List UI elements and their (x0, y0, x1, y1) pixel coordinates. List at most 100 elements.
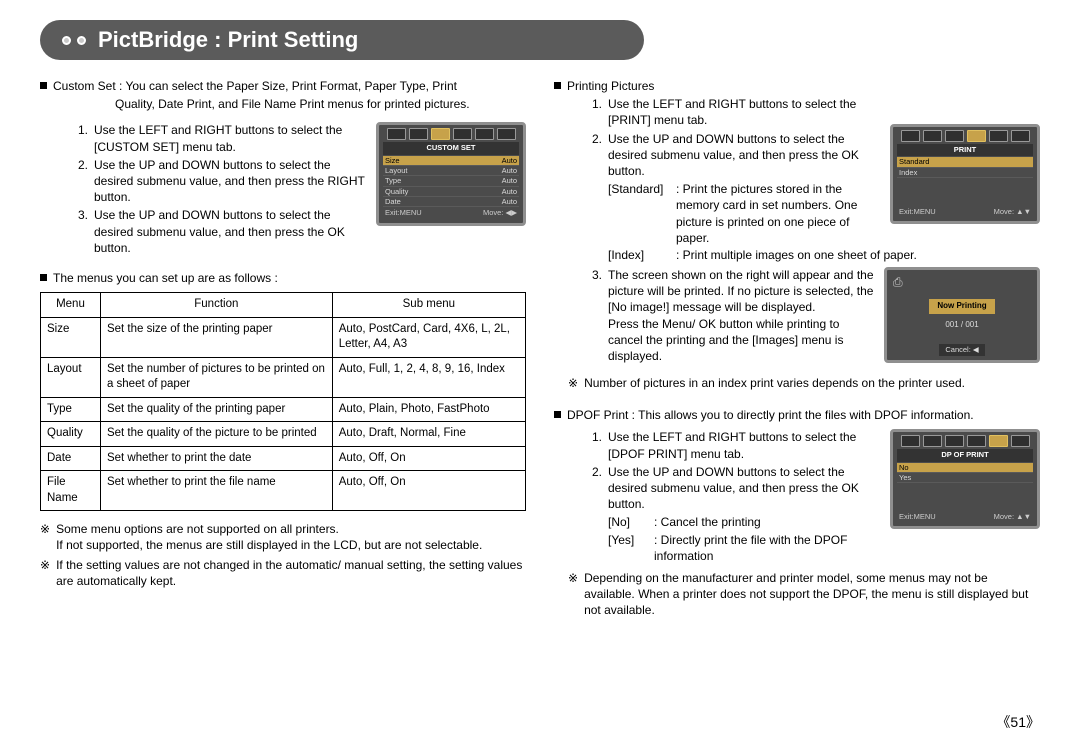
step-number: 1. (588, 429, 602, 461)
title-dot-icon (62, 36, 71, 45)
step-text: The screen shown on the right will appea… (608, 267, 874, 364)
lcd-tab-icon (967, 435, 986, 447)
lcd-tab-icon (989, 435, 1008, 447)
lcd-header: DP OF PRINT (897, 449, 1033, 461)
def-text: : Directly print the file with the DPOF … (654, 532, 880, 564)
lcd-row-label: Date (385, 197, 401, 206)
lcd-tab-icon (945, 130, 964, 142)
step-number: 1. (74, 122, 88, 154)
table-row: DateSet whether to print the dateAuto, O… (41, 446, 526, 471)
menu-table: Menu Function Sub menu SizeSet the size … (40, 292, 526, 511)
th-function: Function (100, 293, 332, 318)
index-note: Number of pictures in an index print var… (584, 375, 965, 391)
td-function: Set the number of pictures to be printed… (100, 357, 332, 397)
custom-set-heading: Custom Set : You can select the Paper Si… (53, 79, 457, 93)
lcd-tab-icon (497, 128, 516, 140)
lcd-row-label: Standard (899, 157, 929, 166)
td-menu: File Name (41, 471, 101, 511)
note-symbol-icon: ※ (568, 570, 578, 619)
step-number: 3. (74, 207, 88, 256)
td-function: Set whether to print the file name (100, 471, 332, 511)
lcd-foot-left: Exit:MENU (899, 512, 936, 522)
right-column: Printing Pictures PRINT Standard Inde (554, 74, 1040, 619)
lcd-tab-icon (475, 128, 494, 140)
td-function: Set the quality of the printing paper (100, 397, 332, 422)
lcd-tab-icon (967, 130, 986, 142)
lcd-dpof: DP OF PRINT No Yes Exit:MENUMove: ▲▼ (890, 429, 1040, 529)
custom-set-heading-line2: Quality, Date Print, and File Name Print… (115, 97, 470, 111)
td-menu: Type (41, 397, 101, 422)
step-number: 2. (74, 157, 88, 206)
lcd-row-value: Auto (502, 156, 517, 165)
square-bullet-icon (40, 82, 47, 89)
note-symbol-icon: ※ (568, 375, 578, 391)
table-header-row: Menu Function Sub menu (41, 293, 526, 318)
title-dot-icon (77, 36, 86, 45)
lcd-foot-left: Exit:MENU (385, 208, 422, 218)
lcd-row-label: Index (899, 168, 917, 177)
def-label: [Yes] (608, 532, 648, 564)
step-text: Use the UP and DOWN buttons to select th… (608, 464, 880, 513)
lcd-row-value: Auto (502, 176, 517, 185)
td-submenu: Auto, Off, On (332, 471, 525, 511)
note-symbol-icon: ※ (40, 521, 50, 553)
lcd-tab-icon (923, 130, 942, 142)
td-function: Set whether to print the date (100, 446, 332, 471)
lcd-row-value: Auto (502, 166, 517, 175)
printing-heading: Printing Pictures (567, 78, 654, 94)
td-submenu: Auto, PostCard, Card, 4X6, L, 2L, Letter… (332, 317, 525, 357)
lcd-row-label: Layout (385, 166, 408, 175)
def-text: : Cancel the printing (654, 514, 761, 530)
step-number: 1. (588, 96, 602, 128)
td-submenu: Auto, Plain, Photo, FastPhoto (332, 397, 525, 422)
td-menu: Size (41, 317, 101, 357)
td-submenu: Auto, Off, On (332, 446, 525, 471)
page-title: PictBridge : Print Setting (98, 27, 358, 53)
lcd-foot-right: Move: ◀▶ (483, 208, 517, 218)
td-menu: Date (41, 446, 101, 471)
lcd-tab-icon (989, 130, 1008, 142)
th-menu: Menu (41, 293, 101, 318)
lcd-header: CUSTOM SET (383, 142, 519, 154)
step-text: Use the UP and DOWN buttons to select th… (608, 131, 880, 180)
step-number: 2. (588, 464, 602, 513)
note-text: Some menu options are not supported on a… (56, 521, 482, 553)
square-bullet-icon (554, 82, 561, 89)
menus-heading: The menus you can set up are as follows … (53, 270, 278, 286)
now-printing-label: Now Printing (929, 299, 994, 314)
lcd-row-label: Size (385, 156, 400, 165)
td-function: Set the quality of the picture to be pri… (100, 422, 332, 447)
page-title-bar: PictBridge : Print Setting (40, 20, 644, 60)
lcd-tab-icon (1011, 435, 1030, 447)
note-symbol-icon: ※ (40, 557, 50, 589)
td-menu: Quality (41, 422, 101, 447)
lcd-foot-left: Exit:MENU (899, 207, 936, 217)
step-text: Use the LEFT and RIGHT buttons to select… (608, 96, 880, 128)
printer-icon: ⎙ (893, 274, 903, 290)
table-row: QualitySet the quality of the picture to… (41, 422, 526, 447)
lcd-row-label: Quality (385, 187, 408, 196)
th-submenu: Sub menu (332, 293, 525, 318)
lcd-tab-icon (945, 435, 964, 447)
page-number: 《51》 (996, 712, 1040, 732)
def-label: [Standard] (608, 181, 670, 246)
note-text: If the setting values are not changed in… (56, 557, 526, 589)
td-function: Set the size of the printing paper (100, 317, 332, 357)
table-row: TypeSet the quality of the printing pape… (41, 397, 526, 422)
dpof-note: Depending on the manufacturer and printe… (584, 570, 1040, 619)
lcd-tab-icon (409, 128, 428, 140)
table-row: SizeSet the size of the printing paperAu… (41, 317, 526, 357)
square-bullet-icon (554, 411, 561, 418)
step-text: Use the LEFT and RIGHT buttons to select… (94, 122, 366, 154)
now-printing-cancel: Cancel: ◀ (939, 344, 984, 356)
lcd-tab-icon (387, 128, 406, 140)
lcd-tab-icon (453, 128, 472, 140)
lcd-foot-right: Move: ▲▼ (994, 512, 1031, 522)
lcd-print: PRINT Standard Index Exit:MENU Move: ▲▼ (890, 124, 1040, 224)
left-column: Custom Set : You can select the Paper Si… (40, 74, 526, 619)
lcd-row-value: Auto (502, 187, 517, 196)
table-row: File NameSet whether to print the file n… (41, 471, 526, 511)
lcd-header: PRINT (897, 144, 1033, 156)
lcd-foot-right: Move: ▲▼ (994, 207, 1031, 217)
step-text: Use the UP and DOWN buttons to select th… (94, 207, 366, 256)
